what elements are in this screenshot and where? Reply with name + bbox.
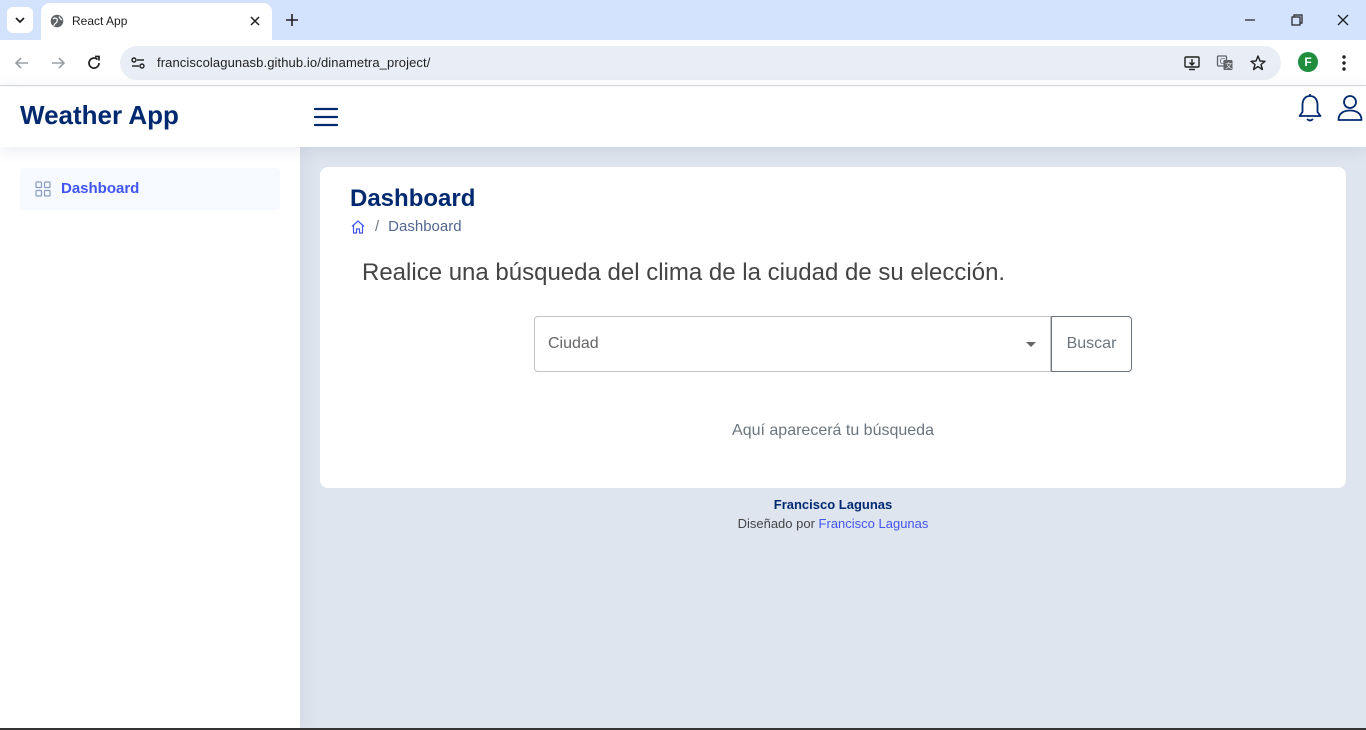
sidebar-item-label: Dashboard xyxy=(61,180,140,197)
restore-icon[interactable] xyxy=(1289,12,1305,28)
translate-icon[interactable]: G文 xyxy=(1216,54,1234,72)
brand-logo[interactable]: Weather App xyxy=(20,100,179,131)
bell-icon[interactable] xyxy=(1296,93,1324,123)
sidebar: Dashboard xyxy=(0,147,300,730)
footer-credit-prefix: Diseñado por xyxy=(737,516,815,531)
page-title: Dashboard xyxy=(350,185,476,212)
sidebar-item-dashboard[interactable]: Dashboard xyxy=(20,168,280,210)
chevron-down-icon xyxy=(15,17,25,24)
breadcrumb-separator: / xyxy=(375,218,380,235)
plus-icon[interactable] xyxy=(283,11,301,29)
browser-tabbar: React App xyxy=(0,0,1366,40)
hamburger-menu-icon[interactable] xyxy=(313,104,339,130)
dropdown-arrow-icon xyxy=(1026,342,1036,347)
grid-icon xyxy=(35,181,51,197)
svg-text:文: 文 xyxy=(1225,61,1232,70)
url-text[interactable]: franciscolagunasb.github.io/dinametra_pr… xyxy=(157,55,430,70)
address-bar[interactable]: franciscolagunasb.github.io/dinametra_pr… xyxy=(120,46,1281,80)
tab-title: React App xyxy=(72,14,128,28)
more-vert-icon[interactable] xyxy=(1334,53,1354,73)
result-placeholder: Aquí aparecerá tu búsqueda xyxy=(732,422,934,439)
user-icon[interactable] xyxy=(1336,93,1364,123)
back-icon[interactable] xyxy=(12,53,32,73)
minimize-icon[interactable] xyxy=(1242,12,1258,28)
footer-credit: Diseñado por Francisco Lagunas xyxy=(320,514,1346,533)
breadcrumb: / Dashboard xyxy=(350,218,462,235)
city-select-label: Ciudad xyxy=(548,335,599,352)
search-headline: Realice una búsqueda del clima de la ciu… xyxy=(362,259,1006,286)
globe-icon xyxy=(50,14,64,28)
profile-avatar[interactable]: F xyxy=(1298,52,1318,72)
browser-toolbar: franciscolagunasb.github.io/dinametra_pr… xyxy=(0,40,1366,86)
browser-tab[interactable]: React App xyxy=(41,3,272,40)
tab-search-button[interactable] xyxy=(7,7,33,33)
close-icon[interactable] xyxy=(248,14,262,28)
footer-name: Francisco Lagunas xyxy=(773,497,893,512)
reload-icon[interactable] xyxy=(84,53,104,73)
footer: Francisco Lagunas Diseñado por Francisco… xyxy=(320,495,1346,533)
footer-credit-link[interactable]: Francisco Lagunas xyxy=(819,516,929,531)
main-content: Dashboard / Dashboard Realice una búsque… xyxy=(300,147,1366,730)
dashboard-card: Dashboard / Dashboard Realice una búsque… xyxy=(320,167,1346,488)
forward-icon[interactable] xyxy=(48,53,68,73)
site-info-icon[interactable] xyxy=(129,54,147,72)
breadcrumb-current: Dashboard xyxy=(388,218,462,235)
city-search-form: Ciudad Buscar xyxy=(534,316,1132,372)
bookmark-star-icon[interactable] xyxy=(1249,54,1267,72)
city-select[interactable]: Ciudad xyxy=(534,316,1051,372)
search-button[interactable]: Buscar xyxy=(1051,316,1132,372)
home-icon[interactable] xyxy=(350,219,366,235)
install-app-icon[interactable] xyxy=(1183,54,1201,72)
app-header: Weather App xyxy=(0,87,1366,147)
close-window-icon[interactable] xyxy=(1335,12,1351,28)
